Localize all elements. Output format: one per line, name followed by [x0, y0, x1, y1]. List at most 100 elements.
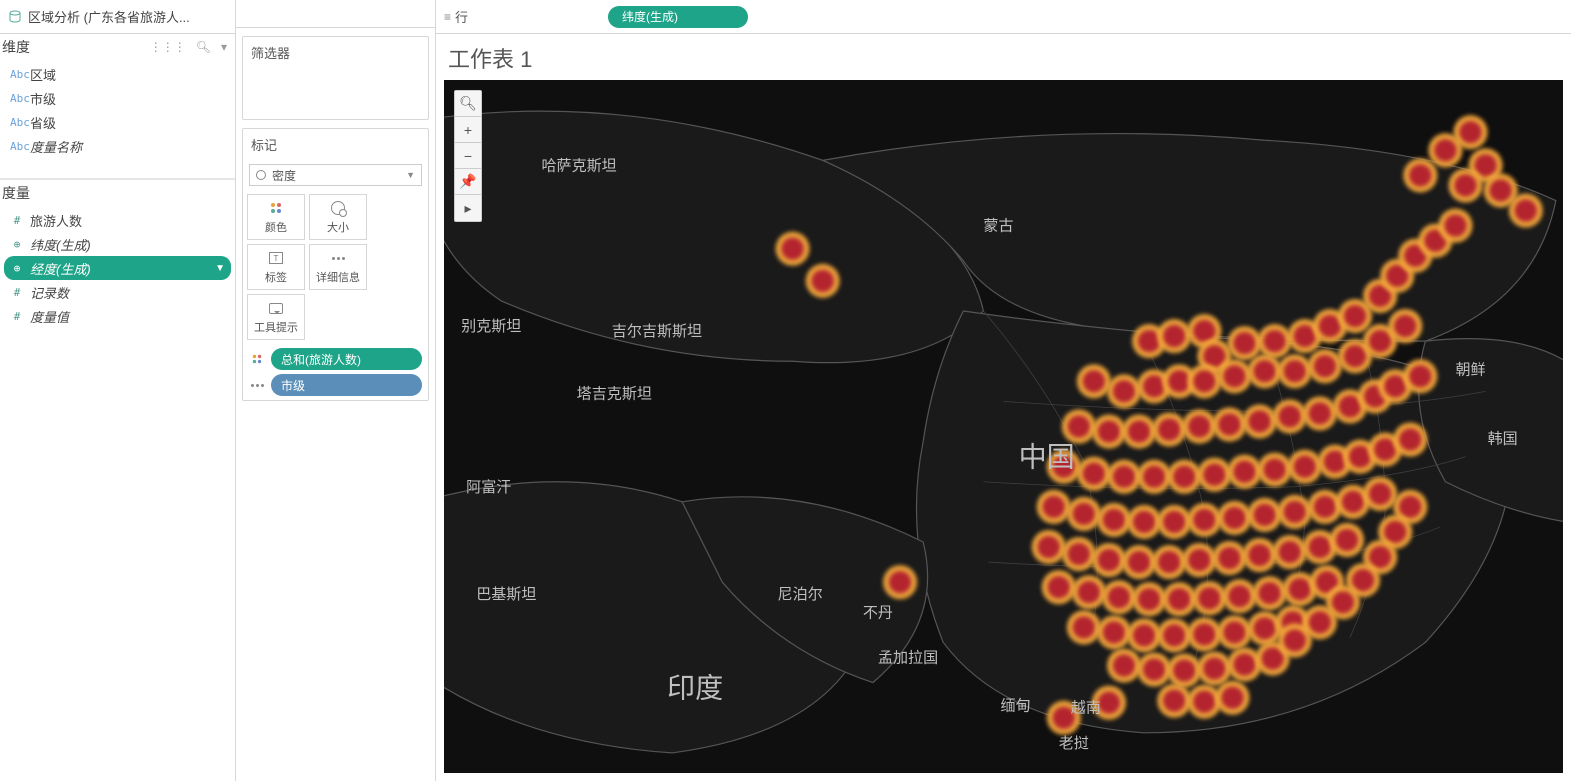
field-caret-icon[interactable]: ▼: [215, 263, 225, 274]
geo-icon: ⊕: [10, 238, 24, 251]
heat-point: [1037, 490, 1071, 524]
dropdown-caret-icon: ▼: [406, 170, 415, 180]
heat-point: [1167, 460, 1201, 494]
detail-icon: [332, 257, 345, 260]
heat-point: [1227, 326, 1261, 360]
datasource-icon: [8, 10, 22, 24]
field-度量名称[interactable]: Abc 度量名称: [4, 134, 231, 158]
heat-point: [1217, 615, 1251, 649]
heat-point: [1182, 543, 1216, 577]
heat-point: [1157, 505, 1191, 539]
size-icon: [331, 201, 345, 215]
datasource-name: 区域分析 (广东各省旅游人...: [28, 7, 190, 26]
heat-point: [1363, 477, 1397, 511]
search-icon[interactable]: 🔍︎: [194, 38, 213, 56]
heat-point: [1403, 158, 1437, 192]
field-度量值[interactable]: # 度量值: [4, 304, 231, 328]
datasource-header[interactable]: 区域分析 (广东各省旅游人...: [0, 0, 235, 34]
heat-point: [1137, 652, 1171, 686]
field-经度(生成)[interactable]: ⊕ 经度(生成) ▼: [4, 256, 231, 280]
map-zoom-in-button[interactable]: +: [455, 117, 481, 143]
field-label: 度量名称: [30, 137, 82, 156]
heat-point: [1243, 538, 1277, 572]
field-label: 度量值: [30, 307, 69, 326]
abc-icon: Abc: [10, 140, 24, 153]
marks-color-cell[interactable]: 颜色: [247, 194, 305, 240]
rows-shelf[interactable]: ≡ 行 纬度(生成): [436, 0, 1571, 34]
field-记录数[interactable]: # 记录数: [4, 280, 231, 304]
filters-card[interactable]: 筛选器: [242, 36, 429, 120]
field-省级[interactable]: Abc 省级: [4, 110, 231, 134]
heat-point: [1227, 455, 1261, 489]
heat-point: [1077, 457, 1111, 491]
heat-point: [1107, 648, 1141, 682]
map-label: 蒙古: [983, 218, 1013, 235]
heat-point: [1187, 503, 1221, 537]
heat-point: [1448, 168, 1482, 202]
heat-point: [1217, 501, 1251, 535]
field-区域[interactable]: Abc 区域: [4, 62, 231, 86]
heat-point: [1388, 309, 1422, 343]
heat-point: [1032, 530, 1066, 564]
tooltip-icon: [269, 303, 283, 314]
sheet-title[interactable]: 工作表 1: [436, 34, 1571, 80]
density-icon: [256, 170, 266, 180]
heat-point: [1192, 581, 1226, 615]
view-list-icon[interactable]: ⋮⋮⋮: [148, 38, 188, 56]
map-expand-button[interactable]: ▸: [455, 195, 481, 221]
heat-point: [1278, 354, 1312, 388]
field-label: 旅游人数: [30, 211, 82, 230]
heat-point: [1197, 458, 1231, 492]
heat-point: [1097, 615, 1131, 649]
pill[interactable]: 市级: [271, 374, 422, 396]
heat-point: [1102, 580, 1136, 614]
heat-point: [1107, 374, 1141, 408]
heat-point: [1127, 618, 1161, 652]
dimensions-section: 维度 ⋮⋮⋮ 🔍︎ ▾ Abc 区域 Abc 市级 Abc 省级 Abc 度量名…: [0, 34, 235, 179]
heat-point: [883, 565, 917, 599]
num-icon: #: [10, 214, 24, 227]
marks-shelf-item[interactable]: 总和(旅游人数): [249, 348, 422, 370]
field-label: 记录数: [30, 283, 69, 302]
heat-point: [1072, 575, 1106, 609]
map-label: 尼泊尔: [778, 586, 823, 603]
heat-point: [1067, 610, 1101, 644]
marks-detail-cell[interactable]: 详细信息: [309, 244, 367, 290]
map-zoom-out-button[interactable]: −: [455, 143, 481, 169]
marks-label-cell[interactable]: 标签: [247, 244, 305, 290]
marks-shelf-item[interactable]: 市级: [249, 374, 422, 396]
heat-point: [1248, 354, 1282, 388]
heat-point: [1273, 535, 1307, 569]
marks-tooltip-cell[interactable]: 工具提示: [247, 294, 305, 340]
map-search-button[interactable]: 🔍︎: [455, 91, 481, 117]
heat-point: [1428, 133, 1462, 167]
heat-point: [1107, 460, 1141, 494]
menu-caret-icon[interactable]: ▾: [219, 38, 229, 56]
heat-point: [1092, 543, 1126, 577]
heat-point: [1509, 193, 1543, 227]
marks-size-cell[interactable]: 大小: [309, 194, 367, 240]
heat-point: [1187, 617, 1221, 651]
field-旅游人数[interactable]: # 旅游人数: [4, 208, 231, 232]
field-label: 省级: [30, 113, 56, 132]
heat-point: [1152, 412, 1186, 446]
rows-pill[interactable]: 纬度(生成): [608, 6, 748, 28]
heat-point: [1167, 653, 1201, 687]
field-纬度(生成)[interactable]: ⊕ 纬度(生成): [4, 232, 231, 256]
rows-icon: ≡: [444, 10, 451, 24]
map-pin-button[interactable]: 📌: [455, 169, 481, 195]
heat-point: [1215, 681, 1249, 715]
heat-point: [1157, 684, 1191, 718]
measures-section: 度量 # 旅游人数 ⊕ 纬度(生成) ⊕ 经度(生成) ▼ # 记录数 # 度量…: [0, 179, 235, 781]
map-view[interactable]: 哈萨克斯坦蒙古吉尔吉斯斯坦别克斯坦塔吉克斯坦阿富汗巴基斯坦尼泊尔不丹孟加拉国缅甸…: [444, 80, 1563, 773]
field-市级[interactable]: Abc 市级: [4, 86, 231, 110]
heat-point: [1187, 364, 1221, 398]
mark-type-dropdown[interactable]: 密度 ▼: [249, 164, 422, 186]
heat-point: [1217, 359, 1251, 393]
map-label: 别克斯坦: [461, 318, 521, 335]
heat-point: [1303, 396, 1337, 430]
marks-card: 标记 密度 ▼ 颜色 大小 标签: [242, 128, 429, 401]
heat-point: [1258, 453, 1292, 487]
map-label: 老挝: [1059, 735, 1089, 752]
pill[interactable]: 总和(旅游人数): [271, 348, 422, 370]
